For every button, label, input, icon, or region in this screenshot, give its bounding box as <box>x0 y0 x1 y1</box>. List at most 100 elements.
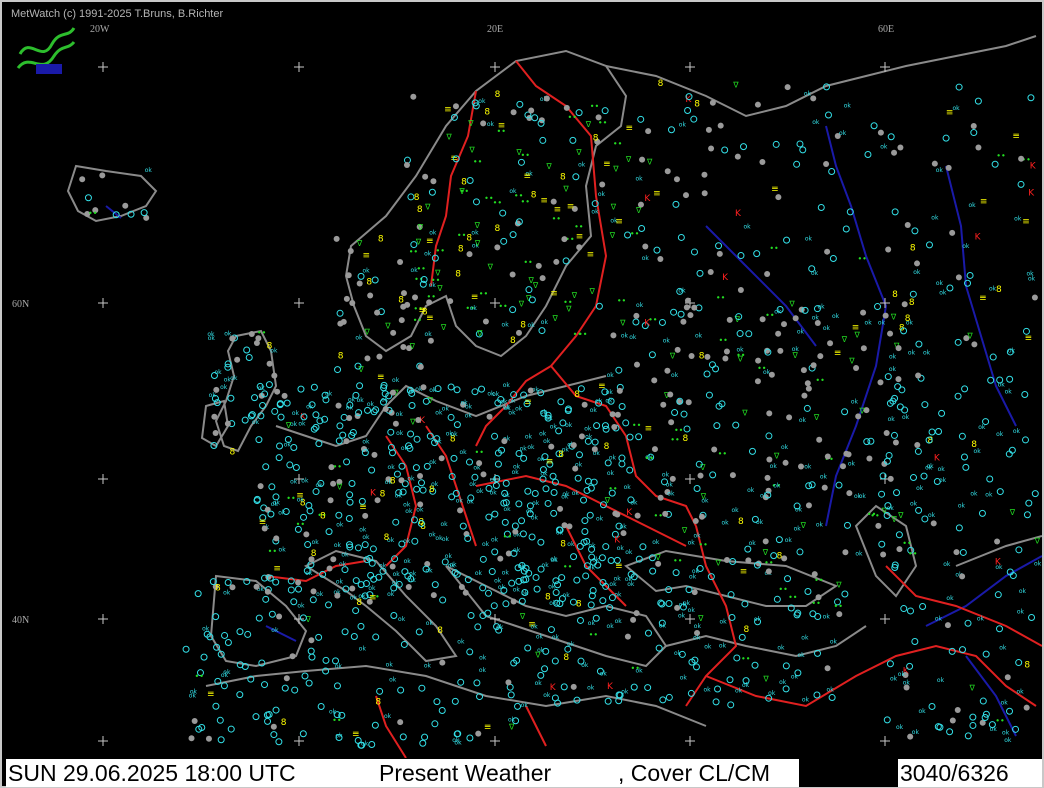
station-ok <box>593 422 601 430</box>
station-cloudy <box>426 299 433 306</box>
station-ok <box>348 479 356 487</box>
station-ok: ok <box>509 188 517 195</box>
station-ok: ok <box>537 456 545 463</box>
station-ok: ok <box>384 713 392 720</box>
station-fog: 8 <box>694 100 700 110</box>
station-rain: •• <box>195 672 204 681</box>
station-cloudy <box>915 372 922 379</box>
station-ok <box>803 404 811 412</box>
station-ok <box>550 509 558 517</box>
station-fog: 8 <box>495 224 501 234</box>
station-ok <box>341 628 349 636</box>
station-cloudy <box>191 718 198 725</box>
station-rain: •• <box>788 593 797 602</box>
station-fog: ≡ <box>834 349 842 359</box>
station-ok: ok <box>743 224 751 231</box>
station-ok: ok <box>451 431 459 438</box>
station-ok <box>1017 180 1025 188</box>
station-ok <box>287 586 295 594</box>
station-ok: ok <box>688 540 696 547</box>
station-ok <box>942 134 950 142</box>
station-cloudy <box>1018 155 1025 162</box>
station-cloudy <box>415 417 422 424</box>
station-cloudy <box>701 190 708 197</box>
station-thunder: K <box>1028 189 1035 199</box>
station-ok <box>824 111 832 119</box>
station-ok <box>632 318 640 326</box>
station-rain: •• <box>503 533 512 542</box>
station-ok <box>343 458 351 466</box>
station-ok <box>745 330 753 338</box>
station-fog: 8 <box>378 234 384 244</box>
station-ok: ok <box>962 243 970 250</box>
station-cloudy <box>79 176 86 183</box>
station-ok <box>581 517 589 525</box>
station-ok <box>738 633 746 641</box>
station-cloudy <box>248 331 255 338</box>
station-ok <box>182 645 190 653</box>
station-cloudy <box>823 160 830 167</box>
station-rain: ∇ <box>575 148 582 157</box>
station-ok: ok <box>749 540 757 547</box>
station-ok <box>958 432 966 440</box>
station-rain: •• <box>716 294 725 303</box>
station-rain: ∇ <box>609 231 616 240</box>
station-ok: ok <box>398 616 406 623</box>
station-ok <box>368 559 376 567</box>
station-ok <box>560 683 568 691</box>
station-ok: ok <box>273 500 281 507</box>
station-ok <box>961 385 969 393</box>
station-fog: ≡ <box>1025 334 1033 344</box>
station-ok <box>336 422 344 430</box>
station-ok <box>793 160 801 168</box>
station-fog: ≡ <box>550 289 558 299</box>
station-cloudy <box>842 549 849 556</box>
station-ok <box>828 694 836 702</box>
station-cloudy <box>697 472 704 479</box>
station-cloudy <box>427 337 434 344</box>
station-ok: ok <box>479 667 487 674</box>
station-ok <box>909 474 917 482</box>
station-cloudy <box>591 446 598 453</box>
station-ok <box>690 248 698 256</box>
station-cloudy <box>452 103 459 110</box>
station-ok <box>573 576 581 584</box>
station-fog: 8 <box>658 79 664 89</box>
station-fog: ≡ <box>554 205 562 215</box>
station-ok <box>264 717 272 725</box>
station-ok <box>502 479 510 487</box>
weather-map[interactable]: ok ok ok ok ok ok ok ok ok ok ok ok 8 ok ok ∇ ok •• ok 8 ok o… <box>6 6 1042 758</box>
station-ok <box>1022 436 1030 444</box>
station-ok <box>447 383 455 391</box>
station-ok: ok <box>426 620 434 627</box>
station-ok <box>602 425 610 433</box>
station-cloudy <box>343 295 350 302</box>
station-ok: ok <box>823 613 831 620</box>
station-ok <box>550 489 558 497</box>
station-ok: ok <box>615 618 623 625</box>
station-rain: ∇ <box>409 342 416 351</box>
station-rain: •• <box>521 151 530 160</box>
station-cloudy <box>572 465 579 472</box>
station-ok <box>544 499 552 507</box>
station-ok <box>969 713 977 721</box>
station-ok <box>376 687 384 695</box>
station-rain: ∇ <box>468 146 475 155</box>
station-cloudy <box>866 455 873 462</box>
station-ok <box>472 198 480 206</box>
station-cloudy <box>880 551 887 558</box>
station-ok: ok <box>339 561 347 568</box>
station-cloudy <box>664 367 671 374</box>
station-ok <box>919 602 927 610</box>
station-cloudy <box>945 164 952 171</box>
station-ok: ok <box>290 479 298 486</box>
station-ok: ok <box>968 202 976 209</box>
station-ok: ok <box>931 214 939 221</box>
station-fog: ≡ <box>359 503 367 513</box>
station-cloudy <box>897 144 904 151</box>
station-ok: ok <box>336 578 344 585</box>
station-cloudy <box>261 525 268 532</box>
station-ok <box>966 271 974 279</box>
station-cloudy <box>595 114 602 121</box>
station-ok: ok <box>999 644 1007 651</box>
